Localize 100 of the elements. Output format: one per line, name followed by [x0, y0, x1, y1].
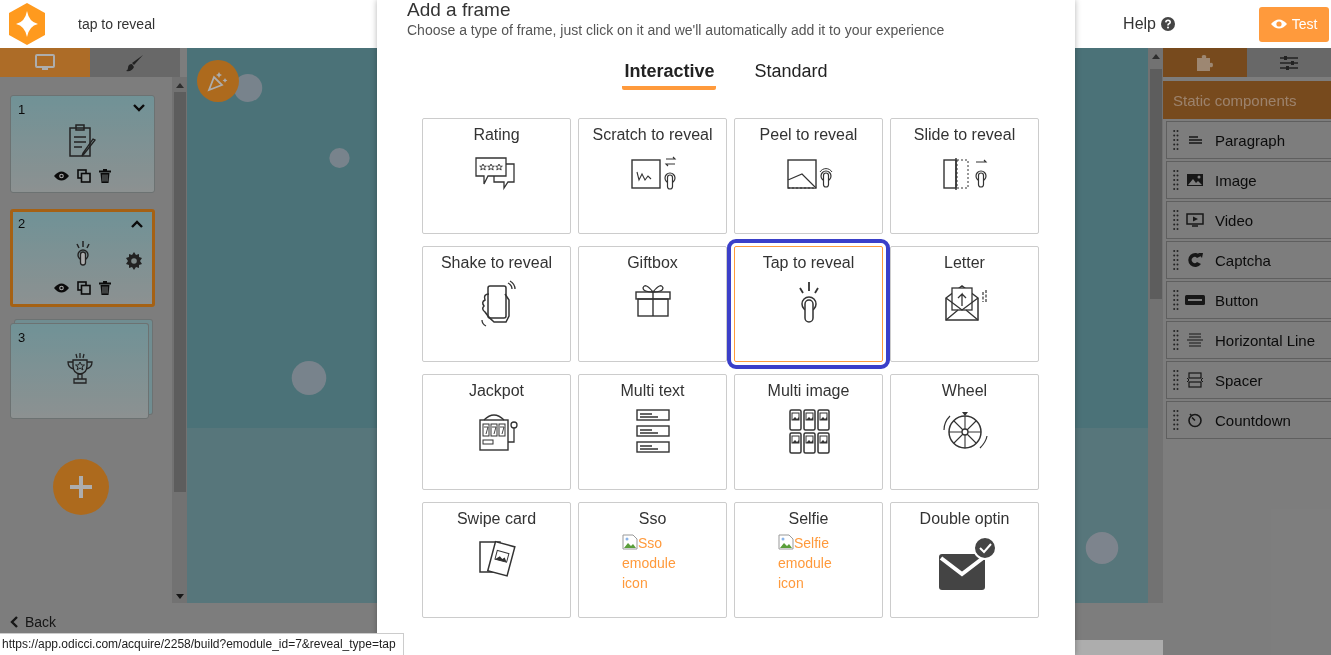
frame-label: Letter: [944, 254, 985, 272]
frame-type-tab[interactable]: Interactive: [622, 61, 717, 90]
slide-card[interactable]: 1: [10, 95, 155, 193]
frame-option[interactable]: Multi image: [734, 374, 883, 490]
scrollbar[interactable]: [1148, 48, 1163, 603]
chevron-down-icon[interactable]: [133, 104, 145, 112]
frame-label: Multi image: [767, 382, 850, 400]
scroll-up-icon[interactable]: [175, 83, 184, 88]
frame-label: Peel to reveal: [759, 126, 858, 144]
frame-option[interactable]: Slide to reveal: [890, 118, 1039, 234]
frame-option[interactable]: Jackpot: [422, 374, 571, 490]
help-link[interactable]: Help: [1123, 15, 1175, 33]
drag-handle-icon[interactable]: [1173, 289, 1179, 311]
back-link[interactable]: Back: [10, 613, 57, 630]
drag-handle-icon[interactable]: [1173, 409, 1179, 431]
component-item[interactable]: Countdown: [1166, 401, 1331, 439]
frame-option[interactable]: Shake to reveal: [422, 246, 571, 362]
frame-label: Sso: [638, 510, 667, 528]
scrollbar[interactable]: [172, 77, 187, 603]
component-label: Paragraph: [1215, 131, 1286, 149]
component-label: Video: [1215, 211, 1254, 229]
frame-type-tab[interactable]: Standard: [752, 61, 830, 90]
component-label: Countdown: [1215, 411, 1291, 429]
dialog-subtitle: Choose a type of frame, just click on it and we'll automatically add it to your experience: [407, 21, 946, 39]
image-icon: [1185, 172, 1205, 188]
component-item[interactable]: Spacer: [1166, 361, 1331, 399]
captcha-icon: [1185, 251, 1205, 269]
broken-image-icon: [622, 534, 638, 550]
horizontal-line-icon: [1185, 332, 1205, 348]
broken-image-icon: [778, 534, 794, 550]
frame-option[interactable]: Double optin: [890, 502, 1039, 618]
trash-icon[interactable]: [99, 281, 111, 295]
eye-icon[interactable]: [54, 283, 69, 293]
component-label: Captcha: [1215, 251, 1271, 269]
component-label: Image: [1215, 171, 1257, 189]
component-label: Horizontal Line: [1215, 331, 1316, 349]
section-title: Static components: [1173, 91, 1297, 109]
spacer-icon: [1185, 372, 1205, 388]
frame-label: Swipe card: [456, 510, 537, 528]
clipboard-icon: [67, 124, 98, 158]
panel-tab[interactable]: [1247, 48, 1331, 77]
sliders-icon: [1280, 54, 1298, 71]
status-url: https://app.odicci.com/acquire/2258/build?emodule_id=7&reveal_type=tap: [0, 633, 404, 655]
panel-tab[interactable]: [1163, 48, 1247, 77]
puzzle-icon: [1196, 53, 1214, 72]
drag-handle-icon[interactable]: [1173, 329, 1179, 351]
frame-label: Tap to reveal: [762, 254, 855, 272]
component-item[interactable]: Captcha: [1166, 241, 1331, 279]
drag-handle-icon[interactable]: [1173, 369, 1179, 391]
frame-option[interactable]: Selfie Selfie emodule icon: [734, 502, 883, 618]
slide-number: 2: [18, 216, 26, 231]
component-item[interactable]: Paragraph: [1166, 121, 1331, 159]
drag-handle-icon[interactable]: [1173, 209, 1179, 231]
frame-label: Scratch to reveal: [592, 126, 713, 144]
frame-option[interactable]: Swipe card: [422, 502, 571, 618]
drag-handle-icon[interactable]: [1173, 129, 1179, 151]
scroll-down-icon[interactable]: [175, 594, 184, 599]
frame-label: Selfie: [788, 510, 829, 528]
monitor-icon: [35, 54, 55, 71]
plus-icon: [68, 474, 94, 500]
frame-label: Wheel: [941, 382, 988, 400]
frame-label: Multi text: [620, 382, 685, 400]
component-label: Button: [1215, 291, 1259, 309]
frame-label: Slide to reveal: [913, 126, 1016, 144]
project-title: tap to reveal: [78, 16, 156, 32]
frame-option[interactable]: Scratch to reveal: [578, 118, 727, 234]
settings-icon[interactable]: [125, 252, 143, 270]
brush-icon: [126, 53, 144, 72]
trash-icon[interactable]: [99, 169, 111, 183]
frame-label: Jackpot: [468, 382, 525, 400]
slide-number: 3: [18, 330, 26, 345]
cta-button-icon: [1185, 294, 1205, 306]
slide-card[interactable]: 2: [10, 209, 155, 307]
frame-option[interactable]: Rating: [422, 118, 571, 234]
eye-icon[interactable]: [54, 171, 69, 181]
frame-option[interactable]: Letter: [890, 246, 1039, 362]
chevron-up-icon[interactable]: [131, 220, 143, 228]
slide-number: 1: [18, 102, 26, 117]
frame-option[interactable]: Multi text: [578, 374, 727, 490]
component-item[interactable]: Horizontal Line: [1166, 321, 1331, 359]
component-item[interactable]: Image: [1166, 161, 1331, 199]
drag-handle-icon[interactable]: [1173, 249, 1179, 271]
component-item[interactable]: Video: [1166, 201, 1331, 239]
dialog-title: Add a frame: [407, 0, 512, 19]
help-icon: [1161, 17, 1175, 31]
frame-option[interactable]: Wheel: [890, 374, 1039, 490]
image-alt-text: Sso emodule icon: [622, 533, 677, 593]
copy-icon[interactable]: [77, 281, 91, 295]
frame-label: Double optin: [919, 510, 1010, 528]
drag-handle-icon[interactable]: [1173, 169, 1179, 191]
component-item[interactable]: Button: [1166, 281, 1331, 319]
scroll-up-icon[interactable]: [1151, 54, 1160, 59]
frame-option[interactable]: Sso Sso emodule icon: [578, 502, 727, 618]
frame-option[interactable]: Peel to reveal: [734, 118, 883, 234]
image-alt-text: Selfie emodule icon: [778, 533, 833, 593]
frame-label: Rating: [473, 126, 520, 144]
frame-label: Giftbox: [627, 254, 678, 272]
timer-icon: [1185, 412, 1205, 428]
copy-icon[interactable]: [77, 169, 91, 183]
frame-option[interactable]: Giftbox: [578, 246, 727, 362]
